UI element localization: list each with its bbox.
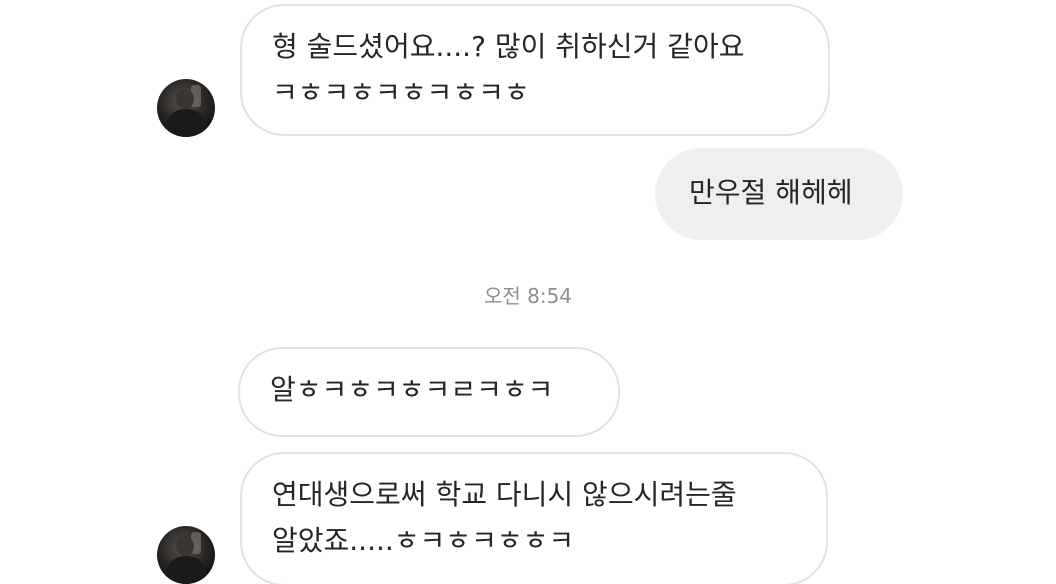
message-timestamp: 오전 8:54 bbox=[483, 284, 573, 308]
message-bubble-outgoing[interactable]: 만우절 해헤헤 bbox=[655, 148, 903, 240]
message-text: 연대생으로써 학교 다니시 않으시려는줄 bbox=[272, 478, 737, 511]
message-text: 알았죠.....ㅎㅋㅎㅋㅎㅎㅋ bbox=[272, 524, 575, 557]
message-text: 형 술드셨어요....? 많이 취하신거 같아요 bbox=[272, 30, 745, 63]
message-text: 알ㅎㅋㅎㅋㅎㅋㄹㅋㅎㅋ bbox=[270, 373, 554, 406]
message-bubble-incoming[interactable]: 연대생으로써 학교 다니시 않으시려는줄 알았죠.....ㅎㅋㅎㅋㅎㅎㅋ bbox=[240, 452, 828, 584]
message-text: ㅋㅎㅋㅎㅋㅎㅋㅎㅋㅎ bbox=[272, 76, 530, 109]
contact-avatar[interactable] bbox=[157, 526, 215, 584]
message-bubble-incoming[interactable]: 형 술드셨어요....? 많이 취하신거 같아요 ㅋㅎㅋㅎㅋㅎㅋㅎㅋㅎ bbox=[240, 4, 830, 136]
contact-avatar[interactable] bbox=[157, 79, 215, 137]
chat-thread: 형 술드셨어요....? 많이 취하신거 같아요 ㅋㅎㅋㅎㅋㅎㅋㅎㅋㅎ 만우절 … bbox=[0, 0, 1056, 584]
message-text: 만우절 해헤헤 bbox=[689, 176, 853, 209]
message-bubble-incoming[interactable]: 알ㅎㅋㅎㅋㅎㅋㄹㅋㅎㅋ bbox=[238, 347, 620, 437]
